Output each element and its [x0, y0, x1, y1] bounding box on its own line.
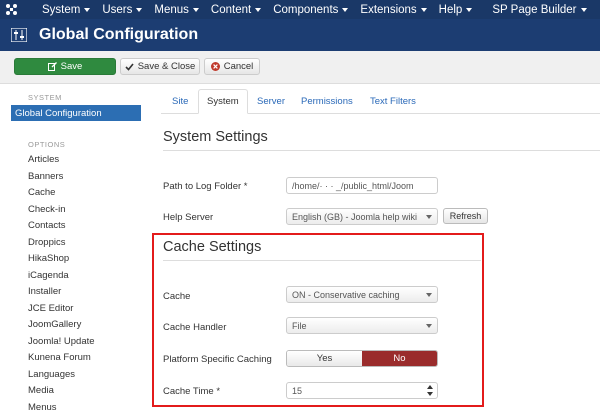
caret-down-icon	[255, 7, 262, 12]
cache-time-label: Cache Time *	[163, 386, 221, 397]
sidebar-item[interactable]: Languages	[28, 369, 75, 380]
menu-sp-page-builder[interactable]: SP Page Builder	[486, 0, 592, 19]
sidebar	[0, 84, 148, 414]
sidebar-heading-options: OPTIONS	[28, 140, 66, 149]
menu-content[interactable]: Content	[205, 0, 267, 19]
sidebar-item[interactable]: Banners	[28, 171, 63, 182]
page-title: Global Configuration	[39, 26, 199, 43]
caret-down-icon	[342, 7, 349, 12]
sidebar-item[interactable]: Kunena Forum	[28, 352, 91, 363]
cache-handler-label: Cache Handler	[163, 322, 227, 333]
platform-caching-label: Platform Specific Caching	[163, 354, 272, 365]
save-close-button[interactable]: Save & Close	[120, 58, 200, 75]
caret-down-icon	[466, 7, 473, 12]
sidebar-item[interactable]: Joomla! Update	[28, 336, 95, 347]
chevron-down-icon	[426, 215, 432, 219]
caret-down-icon	[84, 7, 91, 12]
caret-down-icon	[136, 7, 143, 12]
sidebar-item[interactable]: HikaShop	[28, 253, 69, 264]
sidebar-item[interactable]: Cache	[28, 187, 55, 198]
cache-time-input[interactable]: 15	[286, 382, 438, 399]
refresh-button[interactable]: Refresh	[443, 208, 488, 224]
equalizer-icon	[11, 28, 27, 42]
sidebar-item[interactable]: iCagenda	[28, 270, 69, 281]
sidebar-item[interactable]: JoomGallery	[28, 319, 81, 330]
log-folder-label: Path to Log Folder *	[163, 181, 248, 192]
tab-system[interactable]: System	[198, 89, 248, 114]
tab-server[interactable]: Server	[257, 89, 285, 114]
arrow-down-icon	[427, 392, 433, 396]
tab-site[interactable]: Site	[172, 89, 188, 114]
top-navbar: System Users Menus Content Components Ex…	[0, 0, 600, 19]
tab-bar: Site System Server Permissions Text Filt…	[161, 89, 600, 114]
caret-down-icon	[192, 7, 199, 12]
sidebar-item[interactable]: Menus	[28, 402, 57, 413]
no-option-button[interactable]: No	[362, 351, 437, 366]
number-spinner[interactable]	[427, 385, 434, 396]
menu-components[interactable]: Components	[267, 0, 354, 19]
sidebar-item[interactable]: Installer	[28, 286, 61, 297]
menu-help[interactable]: Help	[433, 0, 479, 19]
cancel-icon	[210, 62, 220, 71]
system-settings-title: System Settings	[163, 129, 268, 145]
cancel-button[interactable]: Cancel	[204, 58, 260, 75]
caret-down-icon	[420, 7, 427, 12]
sidebar-item[interactable]: Contacts	[28, 220, 66, 231]
chevron-down-icon	[426, 293, 432, 297]
sidebar-item[interactable]: Check-in	[28, 204, 66, 215]
sidebar-item-global-configuration[interactable]: Global Configuration	[11, 105, 141, 121]
yes-option-button[interactable]: Yes	[287, 351, 362, 366]
help-server-select[interactable]: English (GB) - Joomla help wiki	[286, 208, 438, 225]
sidebar-heading-system: SYSTEM	[28, 93, 62, 102]
sidebar-item[interactable]: Droppics	[28, 237, 66, 248]
sidebar-item[interactable]: Articles	[28, 154, 59, 165]
menu-users[interactable]: Users	[96, 0, 148, 19]
section-divider	[163, 150, 600, 151]
help-server-label: Help Server	[163, 212, 214, 223]
tab-permissions[interactable]: Permissions	[301, 89, 353, 114]
tab-text-filters[interactable]: Text Filters	[370, 89, 416, 114]
cache-label: Cache	[163, 291, 191, 302]
platform-caching-toggle: Yes No	[286, 350, 438, 367]
page-header: Global Configuration	[0, 19, 600, 51]
sidebar-item[interactable]: JCE Editor	[28, 303, 73, 314]
edit-icon	[47, 62, 57, 71]
menu-menus[interactable]: Menus	[148, 0, 205, 19]
chevron-down-icon	[426, 324, 432, 328]
joomla-logo-icon[interactable]	[0, 0, 22, 19]
caret-down-icon	[580, 7, 587, 12]
menu-extensions[interactable]: Extensions	[354, 0, 432, 19]
cache-settings-title: Cache Settings	[163, 239, 262, 255]
cache-handler-select[interactable]: File	[286, 317, 438, 334]
cache-select[interactable]: ON - Conservative caching	[286, 286, 438, 303]
menu-system[interactable]: System	[36, 0, 96, 19]
check-icon	[125, 62, 134, 71]
arrow-up-icon	[427, 385, 433, 389]
section-divider	[163, 260, 481, 261]
log-folder-input[interactable]: /home/· · · _/public_html/Joom	[286, 177, 438, 194]
save-button[interactable]: Save	[14, 58, 116, 75]
sidebar-item[interactable]: Media	[28, 385, 54, 396]
